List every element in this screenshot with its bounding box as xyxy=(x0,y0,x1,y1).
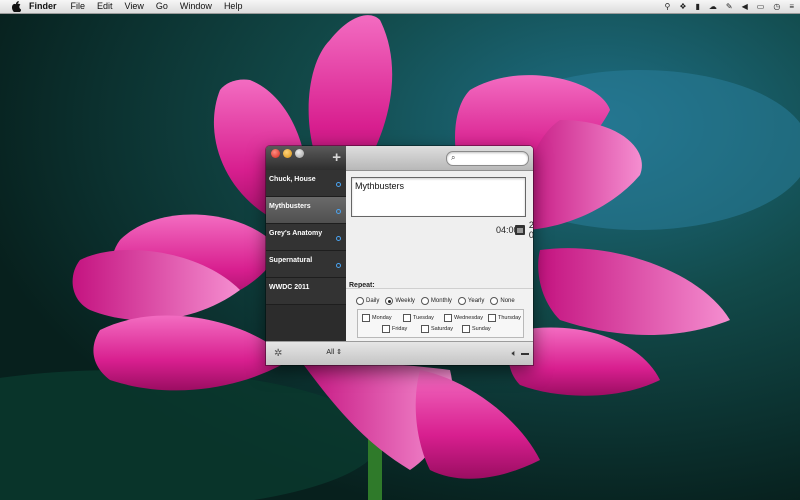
checkbox-label: Friday xyxy=(392,326,408,332)
menu-help[interactable]: Help xyxy=(224,0,243,13)
show-title: Mythbusters xyxy=(269,203,311,210)
minimize-button[interactable] xyxy=(283,149,292,158)
remove-show-button[interactable] xyxy=(521,353,529,355)
search-icon: ⌕ xyxy=(451,153,456,162)
checkbox-tuesday[interactable]: Tuesday xyxy=(403,314,434,322)
search-input[interactable] xyxy=(461,153,521,163)
show-item-mythbusters[interactable]: Mythbusters xyxy=(266,197,346,224)
detail-toolbar: ⌕ xyxy=(346,146,533,171)
show-title-field[interactable]: Mythbusters xyxy=(351,177,526,217)
checkbox-label: Saturday xyxy=(431,326,454,332)
apple-icon[interactable] xyxy=(11,1,21,12)
radio-none[interactable]: None xyxy=(490,297,515,305)
date-field[interactable]: 2011-04-07 xyxy=(529,220,533,240)
checkbox-box xyxy=(421,325,429,333)
filter-select[interactable]: All ⇕ xyxy=(326,348,342,356)
radio-weekly[interactable]: Weekly xyxy=(385,297,415,305)
status-menu-area: ⚲ ❖ ▮ ☁ ✎ ◀ ▭ ◷ ≡ xyxy=(655,0,794,13)
show-title: WWDC 2011 xyxy=(269,284,310,291)
checkbox-monday[interactable]: Monday xyxy=(362,314,392,322)
show-title: Supernatural xyxy=(269,257,313,264)
add-show-button[interactable]: + xyxy=(332,149,341,167)
sidebar-toolbar: + xyxy=(266,146,346,170)
marker-dot-icon xyxy=(336,236,341,241)
menu-go[interactable]: Go xyxy=(156,0,168,13)
checkbox-sunday[interactable]: Sunday xyxy=(462,325,491,333)
checkbox-wednesday[interactable]: Wednesday xyxy=(444,314,483,322)
location-icon[interactable]: ⚲ xyxy=(664,0,670,13)
show-title: Grey's Anatomy xyxy=(269,230,323,237)
show-title: Chuck, House xyxy=(269,176,316,183)
checkbox-label: Thursday xyxy=(498,315,521,321)
radio-circle xyxy=(420,297,429,305)
radio-circle xyxy=(457,297,466,305)
sidebar-bottom-bar: ✲ All ⇕ xyxy=(266,341,346,365)
menu-file[interactable]: File xyxy=(71,0,86,13)
detail-bottom-bar: 🔈︎ xyxy=(346,341,533,365)
show-item-supernatural[interactable]: Supernatural xyxy=(266,251,346,278)
calendar-icon[interactable] xyxy=(515,225,525,235)
checkbox-saturday[interactable]: Saturday xyxy=(421,325,453,333)
show-item-greys-anatomy[interactable]: Grey's Anatomy xyxy=(266,224,346,251)
gear-icon[interactable]: ✲ xyxy=(274,348,282,359)
radio-label: Monthly xyxy=(430,298,452,304)
sidebar: + Chuck, House Mythbusters Grey's Anatom… xyxy=(266,146,346,365)
radio-daily[interactable]: Daily xyxy=(356,297,379,305)
radio-circle xyxy=(490,297,499,305)
radio-yearly[interactable]: Yearly xyxy=(457,297,485,305)
speaker-icon[interactable]: 🔈︎ xyxy=(512,348,517,359)
battery-icon[interactable]: ▭ xyxy=(757,0,765,13)
checkbox-thursday[interactable]: Thursday xyxy=(488,314,521,322)
radio-label: Daily xyxy=(366,298,380,304)
radio-circle xyxy=(356,297,364,305)
radio-label: Yearly xyxy=(467,298,485,304)
marker-dot-icon xyxy=(336,263,341,268)
menu-edit[interactable]: Edit xyxy=(97,0,113,13)
show-item-chuck-house[interactable]: Chuck, House xyxy=(266,170,346,197)
checkbox-box xyxy=(362,314,370,322)
checkbox-label: Tuesday xyxy=(413,315,434,321)
zoom-button[interactable] xyxy=(295,149,304,158)
radio-label: None xyxy=(500,298,515,304)
clock-icon[interactable]: ◷ xyxy=(773,0,780,13)
menu-bar: Finder File Edit View Go Window Help ⚲ ❖… xyxy=(0,0,800,14)
filter-label: All xyxy=(326,349,335,356)
menu-view[interactable]: View xyxy=(125,0,144,13)
show-list: Chuck, House Mythbusters Grey's Anatomy … xyxy=(266,170,346,305)
search-field[interactable]: ⌕ xyxy=(446,151,529,166)
weekday-checkbox-group: Monday Tuesday Wednesday Thursday Friday… xyxy=(357,309,524,338)
radio-monthly[interactable]: Monthly xyxy=(420,297,452,305)
repeat-radio-group: Daily Weekly Monthly Yearly None xyxy=(356,297,521,305)
marker-dot-icon xyxy=(336,209,341,214)
menu-window[interactable]: Window xyxy=(180,0,212,13)
checkbox-label: Wednesday xyxy=(454,315,483,321)
evernote-icon[interactable]: ✎ xyxy=(726,0,733,13)
checkbox-box xyxy=(488,314,496,322)
marker-dot-icon xyxy=(336,182,341,187)
checkbox-box xyxy=(403,314,411,322)
checkbox-box xyxy=(382,325,390,333)
dropbox-icon[interactable]: ❖ xyxy=(679,0,686,13)
battery-app-icon[interactable]: ▮ xyxy=(696,0,700,13)
show-item-wwdc-2011[interactable]: WWDC 2011 xyxy=(266,278,346,305)
cloud-icon[interactable]: ☁ xyxy=(709,0,717,13)
radio-label: Weekly xyxy=(395,298,415,304)
menu-list-icon[interactable]: ≡ xyxy=(789,0,794,13)
volume-icon[interactable]: ◀ xyxy=(742,0,748,13)
checkbox-friday[interactable]: Friday xyxy=(382,325,407,333)
menu-finder[interactable]: Finder xyxy=(29,0,57,13)
app-window: + Chuck, House Mythbusters Grey's Anatom… xyxy=(266,146,533,365)
checkbox-box xyxy=(462,325,470,333)
checkbox-label: Monday xyxy=(372,315,392,321)
radio-circle xyxy=(385,297,394,305)
repeat-options-area: Daily Weekly Monthly Yearly None Monday … xyxy=(346,288,533,344)
checkbox-label: Sunday xyxy=(472,326,491,332)
close-button[interactable] xyxy=(271,149,280,158)
checkbox-box xyxy=(444,314,452,322)
